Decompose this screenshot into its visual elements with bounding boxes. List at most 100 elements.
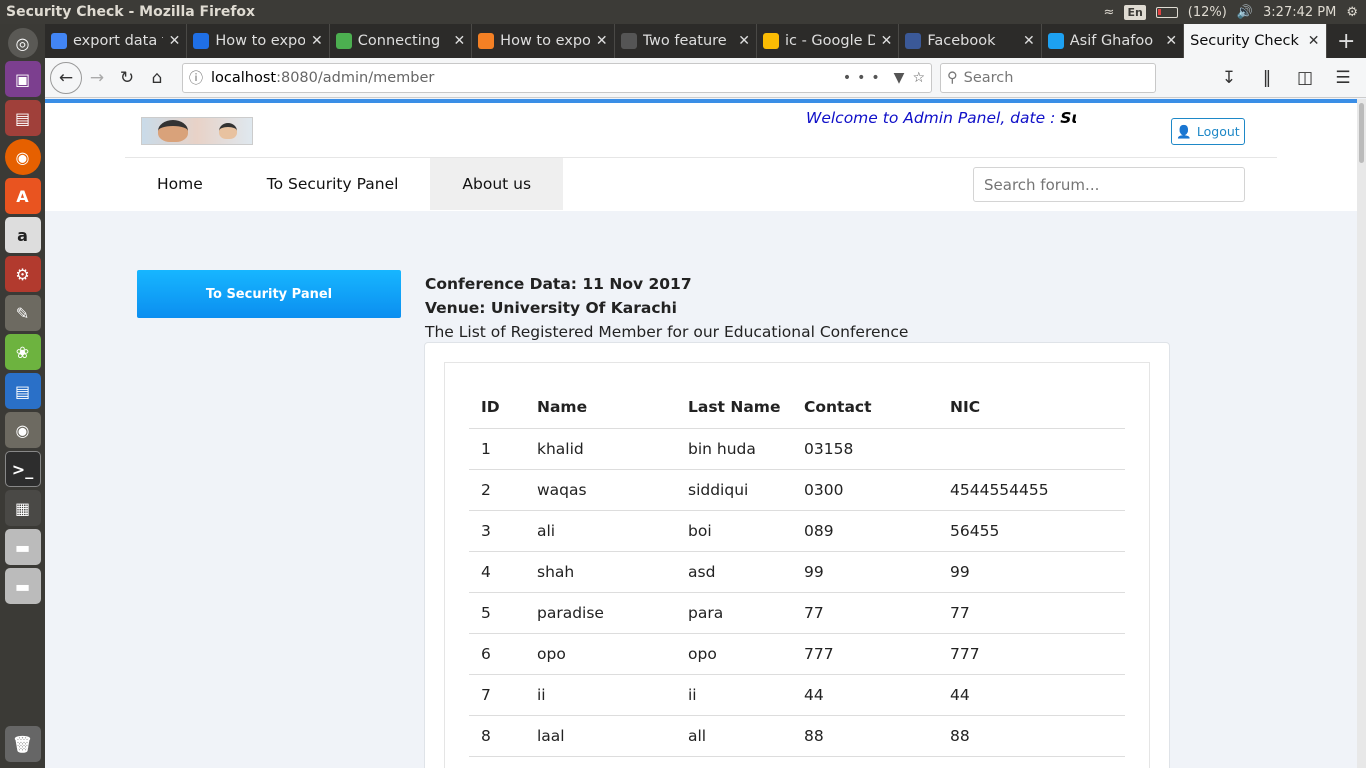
browser-tab[interactable]: Connecting ✕	[330, 24, 473, 58]
browser-tab[interactable]: export data t ✕	[45, 24, 188, 58]
table-row: 6 opo opo 777 777	[469, 633, 1125, 675]
table-cell: siddiqui	[676, 469, 792, 511]
browser-tab[interactable]: ic - Google D ✕	[757, 24, 900, 58]
close-icon[interactable]: ✕	[596, 33, 608, 49]
table-cell: 1	[469, 428, 525, 470]
browser-search-input[interactable]: ⚲ Search	[940, 62, 1156, 93]
ubuntu-dash-icon[interactable]: ◎	[7, 28, 38, 58]
volume-icon[interactable]: 🔊	[1237, 5, 1253, 20]
nav-home[interactable]: Home	[125, 158, 235, 210]
forum-search-input[interactable]	[973, 167, 1245, 202]
close-icon[interactable]: ✕	[311, 33, 323, 49]
table-cell: 03158	[792, 428, 938, 470]
wifi-icon[interactable]: ≈	[1104, 5, 1115, 20]
window-title: Security Check - Mozilla Firefox	[6, 4, 256, 20]
browser-tab[interactable]: How to expo ✕	[472, 24, 615, 58]
table-cell: bin huda	[676, 428, 792, 470]
welcome-date: Sun Je	[1060, 109, 1076, 127]
green-leaf-icon	[335, 33, 352, 49]
forward-arrow-icon[interactable]: →	[82, 63, 112, 93]
tab-label: Connecting	[357, 33, 441, 49]
download-icon[interactable]: ↧	[1214, 63, 1244, 93]
close-icon[interactable]: ✕	[453, 33, 465, 49]
close-icon[interactable]: ✕	[738, 33, 750, 49]
close-icon[interactable]: ✕	[1023, 33, 1035, 49]
drive-icon[interactable]: ▬	[4, 529, 41, 565]
close-icon[interactable]: ✕	[169, 33, 181, 49]
table-cell: all	[676, 715, 792, 757]
table-cell: waqas	[525, 469, 676, 511]
table-cell: 56455	[938, 510, 1125, 552]
table-cell: 77	[938, 592, 1125, 634]
amazon-icon[interactable]: a	[4, 217, 41, 253]
files-icon[interactable]: ▣	[4, 61, 41, 97]
table-cell: 777	[938, 633, 1125, 675]
keyboard-layout[interactable]: En	[1124, 4, 1146, 20]
libreoffice-writer-icon[interactable]: ▤	[4, 373, 41, 409]
table-cell: 99	[792, 551, 938, 593]
reload-icon[interactable]: ↻	[112, 63, 142, 93]
battery-icon[interactable]	[1155, 6, 1178, 18]
page-actions-icon[interactable]: •••	[843, 70, 886, 86]
toolbar-right: ↧ ‖ ◫ ☰	[1214, 63, 1366, 93]
terminal-icon[interactable]: >_	[4, 451, 41, 487]
menu-hamburger-icon[interactable]: ☰	[1328, 63, 1358, 93]
drive-icon[interactable]: ▬	[4, 568, 41, 604]
tab-label: How to expo	[500, 33, 590, 49]
url-text[interactable]: localhost:8080/admin/member	[211, 70, 835, 86]
browser-tab[interactable]: Two feature ✕	[615, 24, 757, 58]
google-icon	[51, 33, 67, 49]
table-cell: ali	[525, 510, 676, 552]
trash-icon[interactable]: 🗑	[4, 726, 41, 762]
text-editor-icon[interactable]: ✎	[4, 295, 41, 331]
clock[interactable]: 3:27:42 PM	[1263, 5, 1336, 20]
table-cell: ii	[676, 674, 792, 716]
table-cell: 3	[469, 510, 525, 552]
bookmark-star-icon[interactable]: ☆	[912, 70, 925, 86]
settings-icon[interactable]: ⚙	[4, 256, 41, 292]
column-header: NIC	[938, 387, 1125, 429]
pocket-icon[interactable]: ▼	[894, 70, 905, 86]
table-cell: 6	[469, 633, 525, 675]
firefox-icon[interactable]: ◉	[4, 139, 41, 175]
column-header: Last Name	[676, 387, 792, 429]
close-icon[interactable]: ✕	[1308, 33, 1320, 49]
column-header: Name	[525, 387, 676, 429]
conference-info: Conference Data: 11 Nov 2017 Venue: Univ…	[425, 272, 908, 344]
home-icon[interactable]: ⌂	[142, 63, 172, 93]
spring-tool-icon[interactable]: ❀	[4, 334, 41, 370]
google-drive-icon	[762, 33, 779, 49]
browser-tab[interactable]: Facebook ✕	[899, 24, 1042, 58]
browser-tab-active[interactable]: Security Check ✕	[1184, 24, 1327, 58]
site-logo[interactable]	[141, 117, 253, 145]
nav-security-panel[interactable]: To Security Panel	[235, 158, 431, 210]
back-arrow-icon[interactable]: ←	[50, 61, 82, 94]
browser-tab[interactable]: Asif Ghafoo ✕	[1042, 24, 1185, 58]
table-row: 7 ii ii 44 44	[469, 674, 1125, 716]
user-icon: 👤	[1176, 123, 1192, 139]
nav-about-us[interactable]: About us	[430, 158, 564, 210]
disk-icon[interactable]: ▤	[4, 100, 41, 136]
close-icon[interactable]: ✕	[1165, 33, 1177, 49]
security-panel-button[interactable]: To Security Panel	[137, 270, 401, 318]
power-gear-icon[interactable]: ⚙	[1346, 5, 1358, 20]
software-center-icon[interactable]: A	[4, 178, 41, 214]
info-icon[interactable]: ⓘ	[189, 68, 203, 88]
logout-button[interactable]: 👤 Logout	[1171, 118, 1245, 145]
table-cell	[938, 428, 1125, 470]
tab-bar: export data t ✕ How to expo ✕ Connecting ✕ …	[45, 24, 1366, 58]
table-row: 2 waqas siddiqui 0300 4544554455	[469, 469, 1125, 511]
column-header: Contact	[792, 387, 938, 429]
table-cell: para	[676, 592, 792, 634]
gimp-icon[interactable]: ◉	[4, 412, 41, 448]
close-icon[interactable]: ✕	[881, 33, 893, 49]
table-row: 5 paradise para 77 77	[469, 592, 1125, 634]
scrollbar-thumb[interactable]	[1359, 103, 1364, 163]
new-tab-button[interactable]: +	[1327, 24, 1366, 58]
url-bar[interactable]: ⓘ localhost:8080/admin/member ••• ▼ ☆	[182, 62, 932, 93]
page-scrollbar[interactable]	[1357, 99, 1366, 768]
sidebar-icon[interactable]: ◫	[1290, 63, 1320, 93]
library-icon[interactable]: ‖	[1252, 63, 1282, 93]
browser-tab[interactable]: How to expo ✕	[187, 24, 330, 58]
workspaces-icon[interactable]: ▦	[4, 490, 41, 526]
